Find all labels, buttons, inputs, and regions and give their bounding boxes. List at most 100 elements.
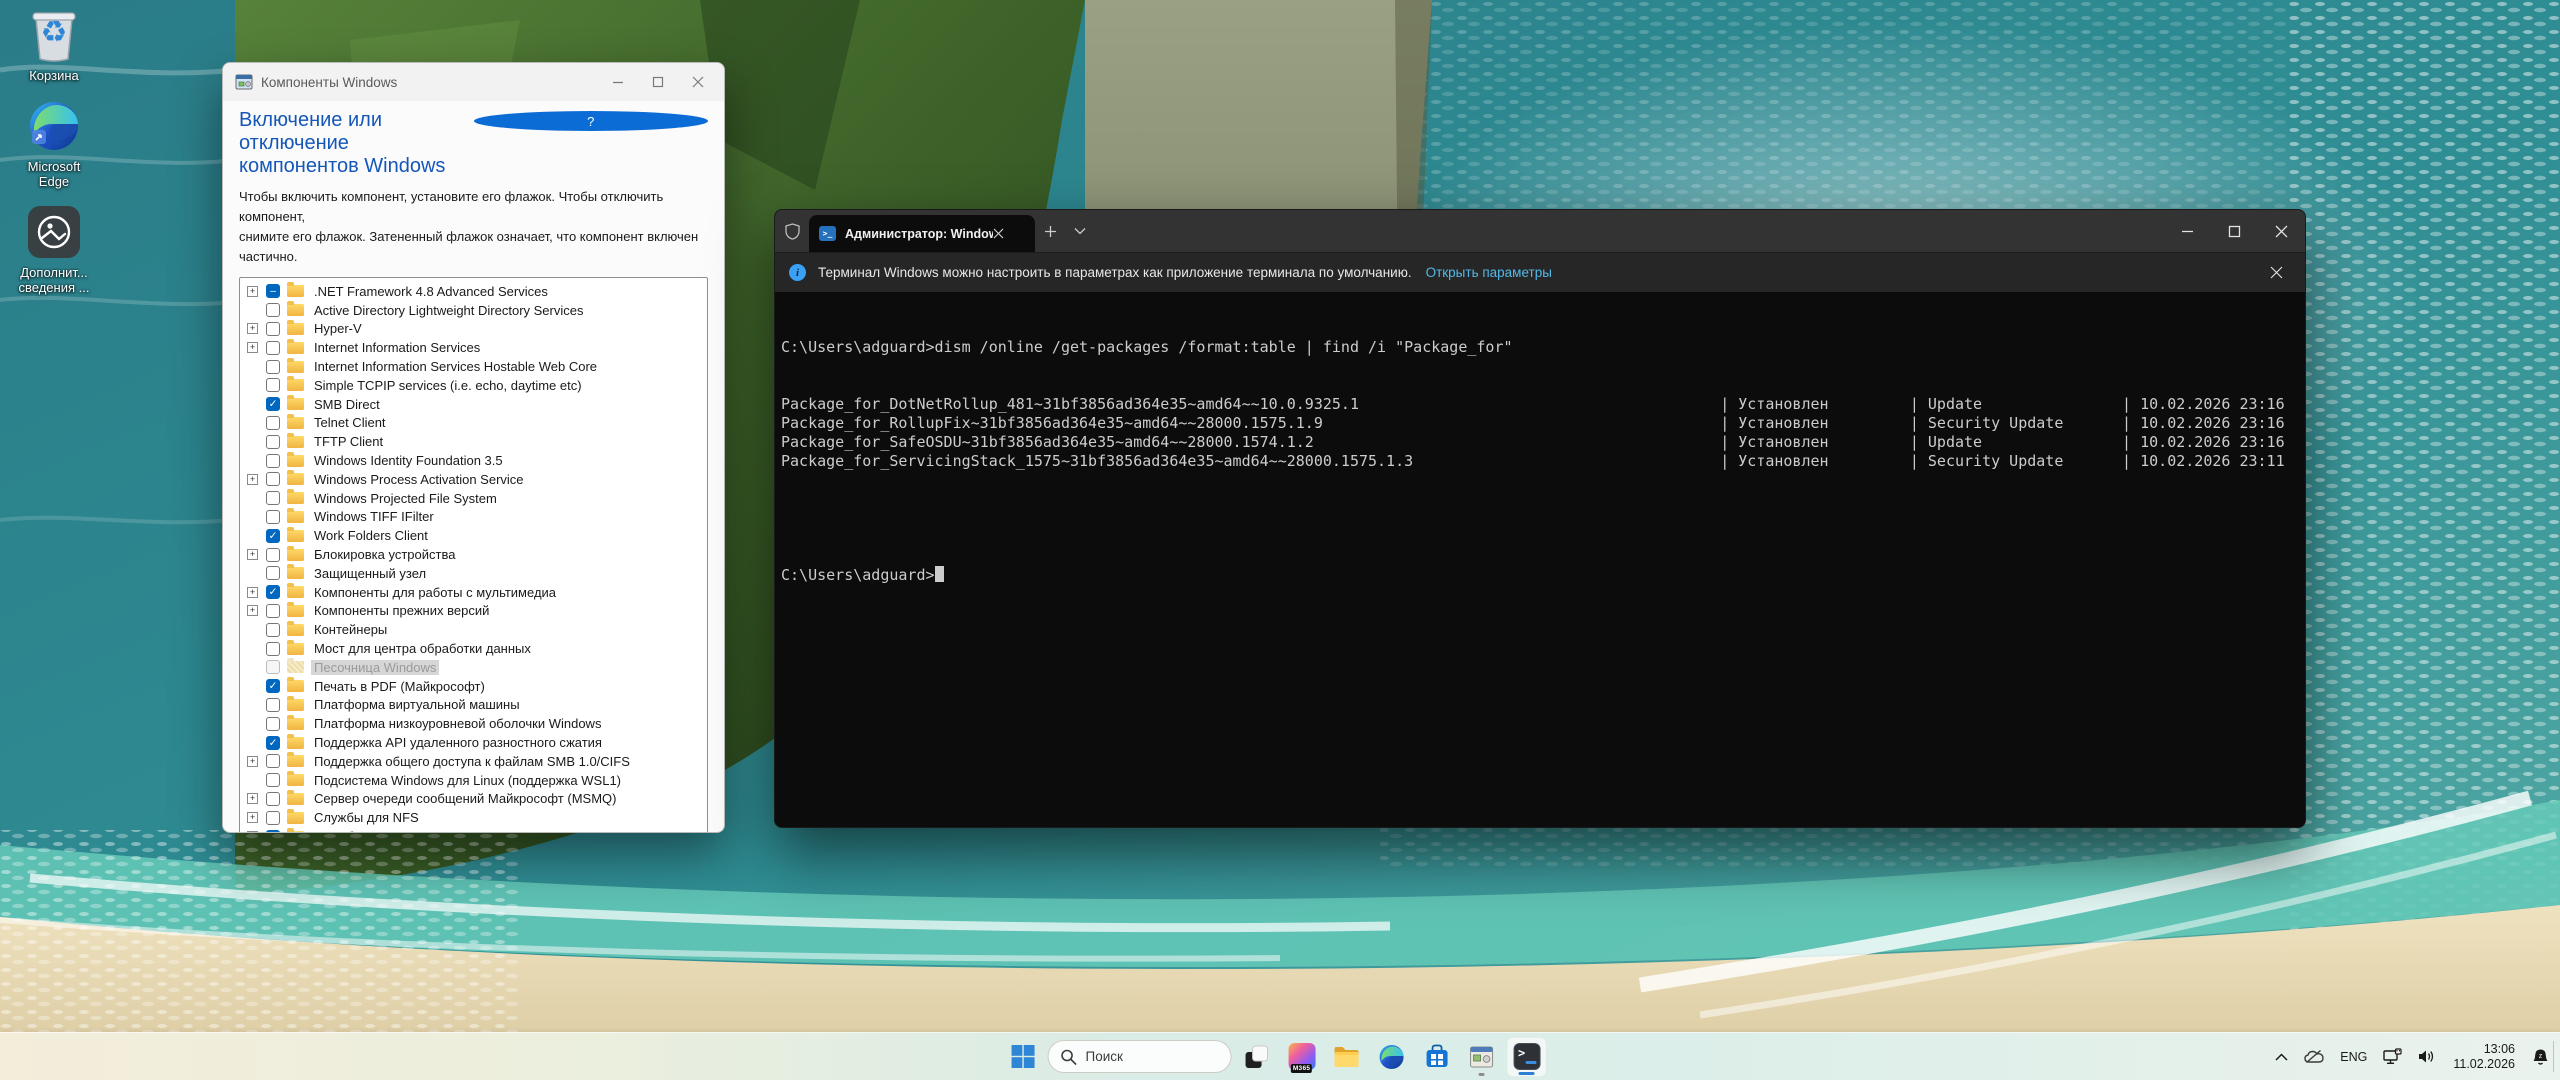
terminal-taskbar-button[interactable]: > — [1506, 1036, 1547, 1077]
dialog-maximize-button[interactable] — [638, 67, 678, 97]
feature-row[interactable]: + Службы для NFS — [245, 808, 707, 827]
feature-row[interactable]: + Компоненты прежних версий — [245, 601, 707, 621]
feature-row[interactable]: Windows Projected File System — [245, 489, 707, 508]
feature-row[interactable]: TFTP Client — [245, 432, 707, 451]
feature-checkbox[interactable] — [266, 547, 280, 562]
feature-checkbox[interactable]: ✓ — [266, 735, 280, 750]
feature-row[interactable]: Подсистема Windows для Linux (поддержка … — [245, 771, 707, 790]
terminal-minimize-button[interactable] — [2164, 210, 2211, 252]
feature-row[interactable]: ✓ Work Folders Client — [245, 526, 707, 545]
feature-checkbox[interactable]: ✓ — [266, 528, 280, 543]
start-button[interactable] — [1003, 1037, 1043, 1077]
dialog-titlebar[interactable]: Компоненты Windows — [223, 63, 724, 101]
feature-checkbox[interactable] — [266, 622, 280, 637]
feature-checkbox[interactable] — [266, 660, 280, 675]
tab-dropdown-button[interactable] — [1065, 216, 1095, 246]
clock[interactable]: 13:06 11.02.2026 — [2445, 1042, 2523, 1072]
terminal-tab[interactable]: >_ Администратор: Windows Po — [809, 215, 1035, 252]
feature-checkbox[interactable] — [266, 716, 280, 731]
feature-row[interactable]: Мост для центра обработки данных — [245, 639, 707, 658]
feature-checkbox[interactable] — [266, 641, 280, 656]
task-view-button[interactable] — [1237, 1037, 1277, 1077]
feature-checkbox[interactable] — [266, 453, 280, 468]
feature-checkbox[interactable]: – — [266, 829, 280, 832]
feature-row[interactable]: ✓ Печать в PDF (Майкрософт) — [245, 677, 707, 696]
expander-icon[interactable]: + — [247, 812, 258, 824]
new-tab-button[interactable] — [1035, 216, 1065, 246]
tray-overflow-button[interactable] — [2268, 1037, 2295, 1077]
terminal-content[interactable]: C:\Users\adguard> dism /online /get-packa… — [775, 292, 2305, 623]
feature-checkbox[interactable] — [266, 491, 280, 506]
feature-row[interactable]: + ✓ Компоненты для работы с мультимедиа — [245, 583, 707, 602]
feature-row[interactable]: + Internet Information Services — [245, 338, 707, 357]
feature-row[interactable]: + – .NET Framework 4.8 Advanced Services — [245, 282, 707, 301]
feature-row[interactable]: + Windows Process Activation Service — [245, 470, 707, 489]
feature-row[interactable]: Windows Identity Foundation 3.5 — [245, 451, 707, 470]
feature-row[interactable]: Active Directory Lightweight Directory S… — [245, 301, 707, 320]
expander-icon[interactable]: + — [247, 586, 258, 598]
windows-features-taskbar-button[interactable] — [1462, 1037, 1502, 1077]
language-indicator[interactable]: ENG — [2333, 1037, 2374, 1077]
expander-icon[interactable]: + — [247, 323, 258, 335]
terminal-maximize-button[interactable] — [2211, 210, 2258, 252]
feature-checkbox[interactable] — [266, 603, 280, 618]
tab-close-icon[interactable] — [993, 228, 1004, 239]
onedrive-tray-button[interactable] — [2297, 1037, 2331, 1077]
feature-row[interactable]: Internet Information Services Hostable W… — [245, 357, 707, 376]
feature-row[interactable]: ✓ Поддержка API удаленного разностного с… — [245, 733, 707, 752]
feature-row[interactable]: Контейнеры — [245, 620, 707, 639]
feature-row[interactable]: + Hyper-V — [245, 319, 707, 339]
help-icon[interactable]: ? — [473, 111, 708, 131]
feature-row[interactable]: + Блокировка устройства — [245, 545, 707, 564]
feature-checkbox[interactable] — [266, 434, 280, 449]
expander-icon[interactable]: + — [247, 473, 258, 485]
feature-checkbox[interactable]: – — [266, 284, 280, 299]
feature-checkbox[interactable] — [266, 378, 280, 393]
file-explorer-button[interactable] — [1327, 1037, 1367, 1077]
expander-icon[interactable]: + — [247, 342, 258, 354]
desktop-icon-edge[interactable]: Microsoft Edge — [6, 97, 102, 189]
expander-icon[interactable]: + — [247, 793, 258, 805]
feature-checkbox[interactable] — [266, 321, 280, 336]
expander-icon[interactable]: + — [247, 549, 258, 561]
feature-checkbox[interactable] — [266, 415, 280, 430]
microsoft-store-button[interactable] — [1417, 1037, 1457, 1077]
feature-checkbox[interactable] — [266, 810, 280, 825]
feature-row[interactable]: Windows TIFF IFilter — [245, 507, 707, 527]
notification-bell-button[interactable]: z — [2525, 1037, 2556, 1077]
feature-checkbox[interactable] — [266, 340, 280, 355]
feature-checkbox[interactable] — [266, 566, 280, 581]
feature-checkbox[interactable] — [266, 359, 280, 374]
open-settings-link[interactable]: Открыть параметры — [1426, 265, 1552, 280]
desktop-icon-additional-info[interactable]: Дополнит... сведения ... — [6, 203, 102, 295]
feature-row[interactable]: + Поддержка общего доступа к файлам SMB … — [245, 752, 707, 771]
desktop-icon-recycle-bin[interactable]: ♻ Корзина — [6, 6, 102, 83]
network-tray-button[interactable] — [2376, 1037, 2409, 1077]
infobar-close-button[interactable] — [2261, 266, 2291, 279]
dialog-close-button[interactable] — [678, 67, 718, 97]
edge-button[interactable] — [1372, 1037, 1412, 1077]
terminal-titlebar[interactable]: >_ Администратор: Windows Po — [775, 210, 2305, 252]
feature-checkbox[interactable] — [266, 791, 280, 806]
feature-row[interactable]: Платформа виртуальной машины — [245, 695, 707, 715]
feature-checkbox[interactable] — [266, 472, 280, 487]
feature-checkbox[interactable] — [266, 697, 280, 712]
show-desktop-button[interactable] — [2553, 1041, 2556, 1072]
dialog-minimize-button[interactable] — [598, 67, 638, 97]
feature-checkbox[interactable]: ✓ — [266, 585, 280, 600]
search-box[interactable]: Поиск — [1047, 1040, 1232, 1073]
feature-checkbox[interactable]: ✓ — [266, 679, 280, 694]
feature-row[interactable]: Платформа низкоуровневой оболочки Window… — [245, 714, 707, 733]
expander-icon[interactable]: + — [247, 605, 258, 617]
feature-row[interactable]: + Сервер очереди сообщений Майкрософт (M… — [245, 789, 707, 809]
terminal-close-button[interactable] — [2258, 210, 2305, 252]
feature-row[interactable]: Telnet Client — [245, 413, 707, 433]
expander-icon[interactable]: + — [247, 285, 258, 297]
feature-checkbox[interactable] — [266, 509, 280, 524]
expander-icon[interactable]: + — [247, 831, 258, 832]
feature-row[interactable]: Simple TCPIP services (i.e. echo, daytim… — [245, 376, 707, 395]
feature-checkbox[interactable] — [266, 754, 280, 769]
feature-row[interactable]: ✓ SMB Direct — [245, 395, 707, 414]
features-list[interactable]: + – .NET Framework 4.8 Advanced Services… — [239, 277, 708, 832]
feature-checkbox[interactable]: ✓ — [266, 397, 280, 412]
